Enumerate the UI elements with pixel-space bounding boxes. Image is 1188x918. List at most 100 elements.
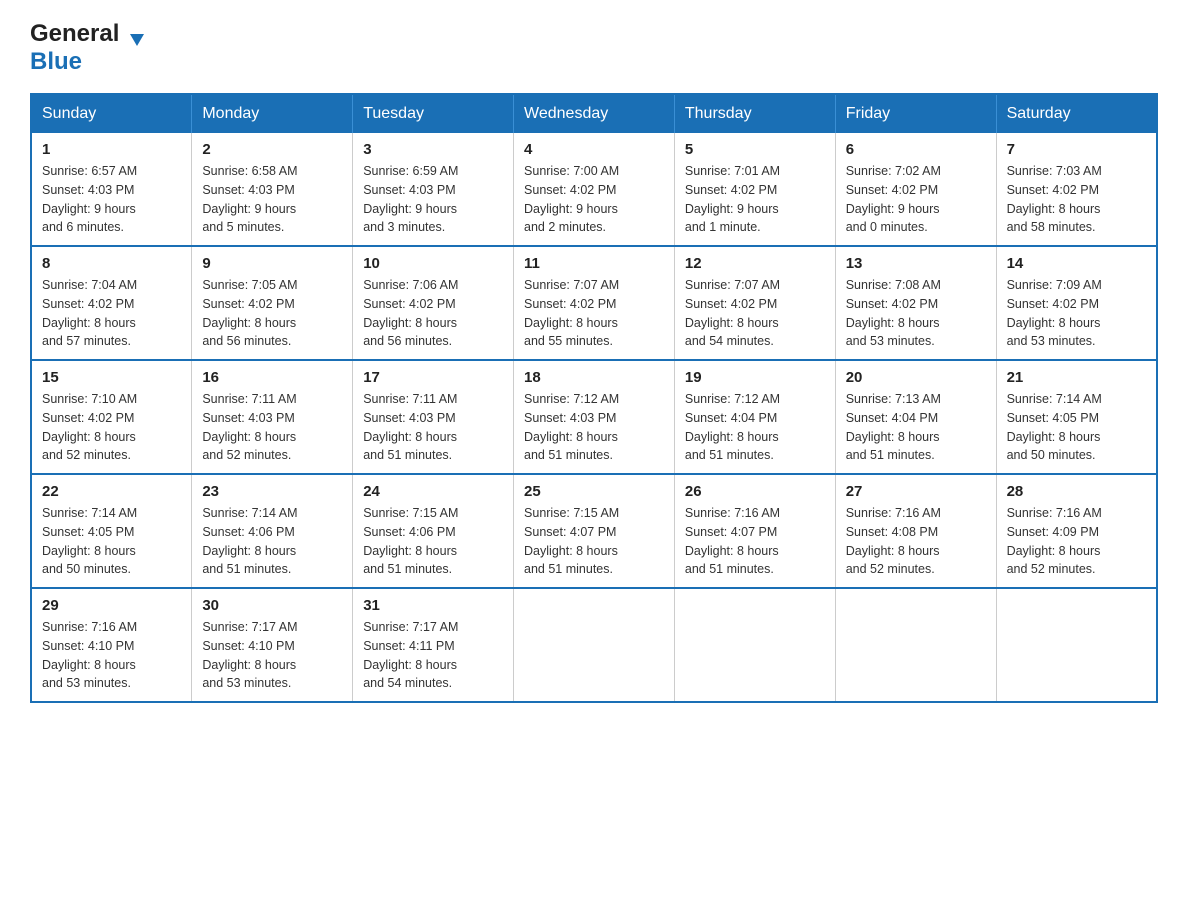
day-info: Sunrise: 7:02 AMSunset: 4:02 PMDaylight:… — [846, 162, 986, 237]
calendar-cell: 21 Sunrise: 7:14 AMSunset: 4:05 PMDaylig… — [996, 360, 1157, 474]
day-number: 30 — [202, 597, 342, 614]
calendar-cell: 11 Sunrise: 7:07 AMSunset: 4:02 PMDaylig… — [514, 246, 675, 360]
day-info: Sunrise: 6:58 AMSunset: 4:03 PMDaylight:… — [202, 162, 342, 237]
day-number: 26 — [685, 483, 825, 500]
calendar-cell: 16 Sunrise: 7:11 AMSunset: 4:03 PMDaylig… — [192, 360, 353, 474]
day-info: Sunrise: 7:11 AMSunset: 4:03 PMDaylight:… — [363, 390, 503, 465]
weekday-header-friday: Friday — [835, 94, 996, 133]
weekday-header-wednesday: Wednesday — [514, 94, 675, 133]
day-number: 23 — [202, 483, 342, 500]
day-info: Sunrise: 7:10 AMSunset: 4:02 PMDaylight:… — [42, 390, 181, 465]
calendar-cell: 7 Sunrise: 7:03 AMSunset: 4:02 PMDayligh… — [996, 133, 1157, 246]
day-info: Sunrise: 7:11 AMSunset: 4:03 PMDaylight:… — [202, 390, 342, 465]
day-info: Sunrise: 7:00 AMSunset: 4:02 PMDaylight:… — [524, 162, 664, 237]
weekday-header-tuesday: Tuesday — [353, 94, 514, 133]
day-info: Sunrise: 7:15 AMSunset: 4:07 PMDaylight:… — [524, 504, 664, 579]
day-info: Sunrise: 7:16 AMSunset: 4:09 PMDaylight:… — [1007, 504, 1146, 579]
day-info: Sunrise: 7:04 AMSunset: 4:02 PMDaylight:… — [42, 276, 181, 351]
calendar-cell: 6 Sunrise: 7:02 AMSunset: 4:02 PMDayligh… — [835, 133, 996, 246]
day-number: 31 — [363, 597, 503, 614]
day-number: 1 — [42, 141, 181, 158]
day-number: 7 — [1007, 141, 1146, 158]
day-number: 18 — [524, 369, 664, 386]
calendar-cell: 24 Sunrise: 7:15 AMSunset: 4:06 PMDaylig… — [353, 474, 514, 588]
calendar-cell: 3 Sunrise: 6:59 AMSunset: 4:03 PMDayligh… — [353, 133, 514, 246]
day-info: Sunrise: 7:17 AMSunset: 4:11 PMDaylight:… — [363, 618, 503, 693]
logo-blue-text: Blue — [30, 48, 130, 76]
day-number: 19 — [685, 369, 825, 386]
calendar-cell: 20 Sunrise: 7:13 AMSunset: 4:04 PMDaylig… — [835, 360, 996, 474]
calendar-cell: 30 Sunrise: 7:17 AMSunset: 4:10 PMDaylig… — [192, 588, 353, 702]
day-number: 25 — [524, 483, 664, 500]
calendar-cell: 15 Sunrise: 7:10 AMSunset: 4:02 PMDaylig… — [31, 360, 192, 474]
day-number: 28 — [1007, 483, 1146, 500]
day-info: Sunrise: 7:05 AMSunset: 4:02 PMDaylight:… — [202, 276, 342, 351]
calendar-cell: 9 Sunrise: 7:05 AMSunset: 4:02 PMDayligh… — [192, 246, 353, 360]
logo-block: General Blue — [30, 20, 130, 75]
day-info: Sunrise: 7:01 AMSunset: 4:02 PMDaylight:… — [685, 162, 825, 237]
day-number: 22 — [42, 483, 181, 500]
logo-general-text: General — [30, 20, 119, 48]
calendar-week-5: 29 Sunrise: 7:16 AMSunset: 4:10 PMDaylig… — [31, 588, 1157, 702]
calendar-cell: 28 Sunrise: 7:16 AMSunset: 4:09 PMDaylig… — [996, 474, 1157, 588]
day-number: 29 — [42, 597, 181, 614]
day-info: Sunrise: 7:17 AMSunset: 4:10 PMDaylight:… — [202, 618, 342, 693]
day-number: 2 — [202, 141, 342, 158]
day-number: 5 — [685, 141, 825, 158]
day-info: Sunrise: 6:59 AMSunset: 4:03 PMDaylight:… — [363, 162, 503, 237]
calendar-cell: 19 Sunrise: 7:12 AMSunset: 4:04 PMDaylig… — [674, 360, 835, 474]
calendar-cell: 29 Sunrise: 7:16 AMSunset: 4:10 PMDaylig… — [31, 588, 192, 702]
calendar-cell — [514, 588, 675, 702]
calendar-cell — [835, 588, 996, 702]
page-header: General Blue — [30, 20, 1158, 75]
calendar-cell: 12 Sunrise: 7:07 AMSunset: 4:02 PMDaylig… — [674, 246, 835, 360]
calendar-cell: 22 Sunrise: 7:14 AMSunset: 4:05 PMDaylig… — [31, 474, 192, 588]
day-number: 15 — [42, 369, 181, 386]
day-number: 12 — [685, 255, 825, 272]
day-info: Sunrise: 6:57 AMSunset: 4:03 PMDaylight:… — [42, 162, 181, 237]
day-number: 11 — [524, 255, 664, 272]
day-number: 10 — [363, 255, 503, 272]
weekday-header-saturday: Saturday — [996, 94, 1157, 133]
day-number: 8 — [42, 255, 181, 272]
day-info: Sunrise: 7:14 AMSunset: 4:05 PMDaylight:… — [42, 504, 181, 579]
calendar-week-2: 8 Sunrise: 7:04 AMSunset: 4:02 PMDayligh… — [31, 246, 1157, 360]
weekday-header-row: SundayMondayTuesdayWednesdayThursdayFrid… — [31, 94, 1157, 133]
day-number: 24 — [363, 483, 503, 500]
day-number: 16 — [202, 369, 342, 386]
day-info: Sunrise: 7:14 AMSunset: 4:05 PMDaylight:… — [1007, 390, 1146, 465]
calendar-cell: 14 Sunrise: 7:09 AMSunset: 4:02 PMDaylig… — [996, 246, 1157, 360]
calendar-cell: 8 Sunrise: 7:04 AMSunset: 4:02 PMDayligh… — [31, 246, 192, 360]
calendar-table: SundayMondayTuesdayWednesdayThursdayFrid… — [30, 93, 1158, 703]
day-number: 4 — [524, 141, 664, 158]
day-info: Sunrise: 7:13 AMSunset: 4:04 PMDaylight:… — [846, 390, 986, 465]
day-info: Sunrise: 7:14 AMSunset: 4:06 PMDaylight:… — [202, 504, 342, 579]
weekday-header-thursday: Thursday — [674, 94, 835, 133]
calendar-cell: 1 Sunrise: 6:57 AMSunset: 4:03 PMDayligh… — [31, 133, 192, 246]
weekday-header-sunday: Sunday — [31, 94, 192, 133]
day-info: Sunrise: 7:03 AMSunset: 4:02 PMDaylight:… — [1007, 162, 1146, 237]
day-number: 6 — [846, 141, 986, 158]
day-info: Sunrise: 7:06 AMSunset: 4:02 PMDaylight:… — [363, 276, 503, 351]
calendar-cell — [674, 588, 835, 702]
calendar-cell: 25 Sunrise: 7:15 AMSunset: 4:07 PMDaylig… — [514, 474, 675, 588]
day-info: Sunrise: 7:16 AMSunset: 4:08 PMDaylight:… — [846, 504, 986, 579]
day-info: Sunrise: 7:12 AMSunset: 4:03 PMDaylight:… — [524, 390, 664, 465]
calendar-week-4: 22 Sunrise: 7:14 AMSunset: 4:05 PMDaylig… — [31, 474, 1157, 588]
day-info: Sunrise: 7:08 AMSunset: 4:02 PMDaylight:… — [846, 276, 986, 351]
day-number: 14 — [1007, 255, 1146, 272]
day-number: 9 — [202, 255, 342, 272]
calendar-cell: 4 Sunrise: 7:00 AMSunset: 4:02 PMDayligh… — [514, 133, 675, 246]
day-number: 17 — [363, 369, 503, 386]
calendar-cell — [996, 588, 1157, 702]
day-info: Sunrise: 7:16 AMSunset: 4:10 PMDaylight:… — [42, 618, 181, 693]
day-number: 21 — [1007, 369, 1146, 386]
day-number: 3 — [363, 141, 503, 158]
day-number: 13 — [846, 255, 986, 272]
day-info: Sunrise: 7:07 AMSunset: 4:02 PMDaylight:… — [685, 276, 825, 351]
calendar-cell: 18 Sunrise: 7:12 AMSunset: 4:03 PMDaylig… — [514, 360, 675, 474]
calendar-cell: 13 Sunrise: 7:08 AMSunset: 4:02 PMDaylig… — [835, 246, 996, 360]
day-info: Sunrise: 7:09 AMSunset: 4:02 PMDaylight:… — [1007, 276, 1146, 351]
calendar-cell: 2 Sunrise: 6:58 AMSunset: 4:03 PMDayligh… — [192, 133, 353, 246]
calendar-cell: 27 Sunrise: 7:16 AMSunset: 4:08 PMDaylig… — [835, 474, 996, 588]
